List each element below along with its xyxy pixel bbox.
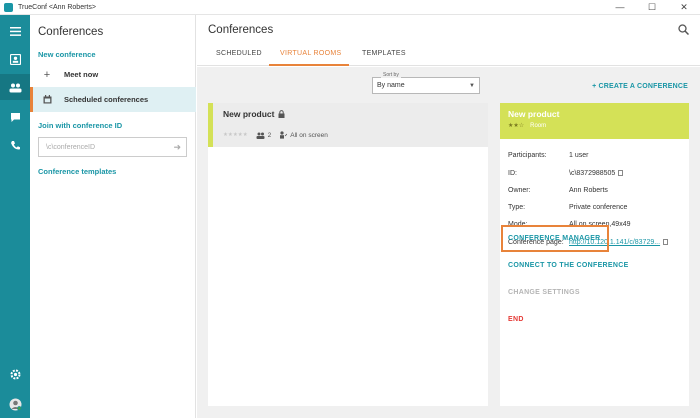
conferences-icon[interactable] [0,74,30,100]
trueconf-logo-icon [4,2,13,12]
details-title: New product [508,109,560,119]
join-arrow-icon[interactable]: ➜ [173,142,181,153]
id-key: ID: [508,170,517,177]
sort-select[interactable]: Sort by By name ▼ [372,72,480,94]
maximize-button[interactable]: ☐ [636,0,668,15]
room-card[interactable]: New product ★★★★★ 2 All on screen [208,103,488,406]
owner-value: Ann Roberts [569,187,608,194]
scheduled-conferences-item[interactable]: Scheduled conferences [30,87,196,112]
create-conference-button[interactable]: + CREATE A CONFERENCE [592,83,688,90]
copy-id-icon[interactable] [618,170,624,176]
join-conference-label: Join with conference ID [38,121,123,130]
meet-now-item[interactable]: + Meet now [30,62,196,87]
contacts-icon[interactable] [0,46,30,72]
user-avatar[interactable] [0,391,30,417]
participant-count: 2 [267,131,272,139]
conferences-panel: Conferences New conference + Meet now Sc… [30,15,196,418]
menu-icon[interactable] [0,18,30,44]
participants-icon [256,132,265,139]
conference-manager-button[interactable]: CONFERENCE MANAGER [508,235,601,242]
close-button[interactable]: ✕ [668,0,700,15]
room-card-header[interactable]: New product ★★★★★ 2 All on screen [208,103,488,147]
meet-now-label: Meet now [64,70,99,79]
id-value: \c\8372988505 [569,170,616,177]
copy-link-icon[interactable] [663,239,669,245]
call-history-icon[interactable] [0,132,30,158]
room-rating: ★★★★★ [223,132,248,138]
owner-key: Owner: [508,187,531,194]
conference-id-input[interactable]: \c\conferenceID ➜ [38,137,187,157]
sort-label: Sort by [381,72,401,78]
conference-tabs: SCHEDULED VIRTUAL ROOMS TEMPLATES [197,45,700,66]
navigation-rail [0,15,30,418]
participants-key: Participants: [508,152,547,159]
sort-value: By name [377,82,405,89]
active-tab-indicator [269,64,349,66]
tab-scheduled[interactable]: SCHEDULED [216,50,262,57]
type-value: Private conference [569,204,628,211]
window-titlebar: TrueConf <Ann Roberts> — ☐ ✕ [0,0,700,15]
details-header: New product ★★☆ Room [500,103,689,139]
chevron-down-icon: ▼ [469,82,475,89]
search-icon[interactable] [678,24,689,35]
panel-title: Conferences [38,26,104,38]
mode-icon [280,131,288,139]
conference-id-placeholder: \c\conferenceID [46,143,96,151]
new-conference-link[interactable]: New conference [38,50,96,59]
tab-virtual-rooms[interactable]: VIRTUAL ROOMS [280,50,341,57]
room-mode: All on screen [290,131,328,139]
settings-icon[interactable] [0,361,30,387]
details-rating: ★★☆ [508,123,525,129]
conference-templates-link[interactable]: Conference templates [38,167,116,176]
plus-icon: + [43,68,51,81]
scheduled-conferences-label: Scheduled conferences [64,95,149,104]
lock-icon [278,110,285,118]
main-content: Conferences SCHEDULED VIRTUAL ROOMS TEMP… [197,15,700,418]
conference-details: New product ★★☆ Room Participants: 1 user… [500,103,689,406]
calendar-icon [30,95,64,104]
minimize-button[interactable]: — [604,0,636,15]
change-settings-button[interactable]: CHANGE SETTINGS [508,289,580,296]
type-key: Type: [508,204,526,211]
page-title: Conferences [208,24,274,36]
end-conference-button[interactable]: END [508,316,524,323]
chat-icon[interactable] [0,104,30,130]
window-title: TrueConf <Ann Roberts> [18,3,96,11]
tab-templates[interactable]: TEMPLATES [362,50,406,57]
participants-value: 1 user [569,152,589,159]
details-type-badge: Room [530,122,547,129]
rooms-area: Sort by By name ▼ + CREATE A CONFERENCE … [197,67,700,418]
room-name: New product [223,109,275,119]
connect-conference-button[interactable]: CONNECT TO THE CONFERENCE [508,262,629,269]
